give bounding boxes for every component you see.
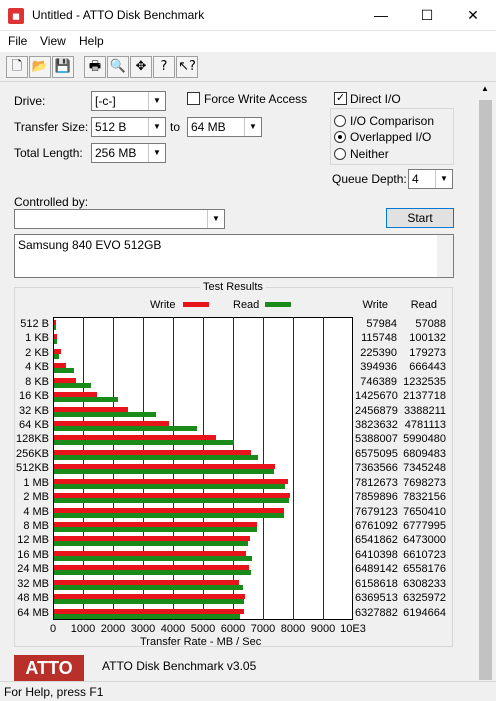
chevron-down-icon[interactable]: ▼	[148, 92, 165, 110]
scroll-up-icon[interactable]: ▲	[481, 84, 489, 93]
overlapped-io-radio[interactable]	[334, 131, 346, 143]
legend-read-swatch	[265, 302, 291, 307]
chevron-down-icon[interactable]: ▼	[148, 144, 165, 162]
drive-label: Drive:	[14, 94, 46, 108]
chevron-down-icon[interactable]: ▼	[435, 170, 452, 188]
move-icon[interactable]: ✥	[130, 56, 152, 78]
close-button[interactable]: ✕	[450, 0, 496, 31]
legend-write-swatch	[183, 302, 209, 307]
description-text: Samsung 840 EVO 512GB	[18, 238, 162, 252]
description-field[interactable]: Samsung 840 EVO 512GB	[14, 234, 454, 278]
save-icon[interactable]: 💾	[52, 56, 74, 78]
context-help-icon[interactable]: ↖?	[176, 56, 198, 78]
direct-io-label[interactable]: Direct I/O	[350, 92, 401, 106]
about-icon[interactable]: ?	[153, 56, 175, 78]
force-write-label[interactable]: Force Write Access	[204, 92, 307, 106]
transfer-to-value: 64 MB	[191, 120, 226, 134]
queue-depth-label: Queue Depth:	[332, 172, 407, 186]
force-write-checkbox[interactable]	[187, 92, 200, 105]
io-comparison-radio[interactable]	[334, 115, 346, 127]
version-label: ATTO Disk Benchmark v3.05	[102, 659, 257, 673]
menu-file[interactable]: File	[8, 34, 27, 48]
results-title: Test Results	[200, 281, 266, 293]
print-preview-icon[interactable]: 🔍	[107, 56, 129, 78]
menu-bar: File View Help	[0, 31, 496, 52]
total-length-label: Total Length:	[14, 146, 83, 160]
chevron-down-icon[interactable]: ▼	[244, 118, 261, 136]
atto-logo: ATTO	[14, 655, 84, 681]
drive-value: [-c-]	[95, 94, 116, 108]
x-axis-label: Transfer Rate - MB / Sec	[140, 636, 262, 648]
total-length-select[interactable]: 256 MB ▼	[91, 143, 166, 163]
vertical-scrollbar[interactable]: ▲	[477, 82, 494, 682]
controlled-by-label: Controlled by:	[14, 195, 89, 209]
transfer-size-from-select[interactable]: 512 B ▼	[91, 117, 166, 137]
window-title: Untitled - ATTO Disk Benchmark	[32, 8, 205, 22]
transfer-size-label: Transfer Size:	[14, 120, 89, 134]
legend-read-label: Read	[233, 299, 260, 311]
menu-help[interactable]: Help	[79, 34, 104, 48]
read-column-header: Read	[410, 299, 437, 311]
legend-write-label: Write	[150, 299, 176, 311]
open-icon[interactable]: 📂	[29, 56, 51, 78]
status-text: For Help, press F1	[4, 685, 104, 699]
drive-select[interactable]: [-c-] ▼	[91, 91, 166, 111]
minimize-button[interactable]: —	[358, 0, 404, 31]
controlled-by-select[interactable]: ▼	[14, 209, 225, 229]
transfer-from-value: 512 B	[95, 120, 127, 134]
app-icon: ◼	[8, 8, 24, 24]
io-comparison-label[interactable]: I/O Comparison	[350, 114, 434, 128]
start-button[interactable]: Start	[386, 208, 454, 228]
to-label: to	[170, 120, 181, 134]
neither-radio[interactable]	[334, 148, 346, 160]
menu-view[interactable]: View	[40, 34, 66, 48]
title-bar: ◼ Untitled - ATTO Disk Benchmark — ☐ ✕	[0, 0, 496, 31]
toolbar: 🗋 📂 💾 🖶 🔍 ✥? ↖?	[0, 52, 496, 82]
transfer-size-to-select[interactable]: 64 MB ▼	[187, 117, 262, 137]
test-results-group	[14, 287, 453, 647]
direct-io-checkbox[interactable]: ✓	[334, 92, 347, 105]
status-bar: For Help, press F1	[0, 681, 496, 701]
queue-depth-select[interactable]: 4 ▼	[408, 169, 453, 189]
write-column-header: Write	[362, 299, 388, 311]
overlapped-io-label[interactable]: Overlapped I/O	[350, 130, 431, 144]
chevron-down-icon[interactable]: ▼	[207, 210, 224, 228]
total-length-value: 256 MB	[95, 146, 137, 160]
maximize-button[interactable]: ☐	[404, 0, 450, 31]
neither-label[interactable]: Neither	[350, 147, 389, 161]
new-icon[interactable]: 🗋	[6, 56, 28, 78]
description-scrollbar[interactable]	[437, 235, 453, 277]
scroll-thumb[interactable]	[479, 100, 492, 680]
print-icon[interactable]: 🖶	[84, 56, 106, 78]
chevron-down-icon[interactable]: ▼	[148, 118, 165, 136]
queue-depth-value: 4	[412, 172, 419, 186]
